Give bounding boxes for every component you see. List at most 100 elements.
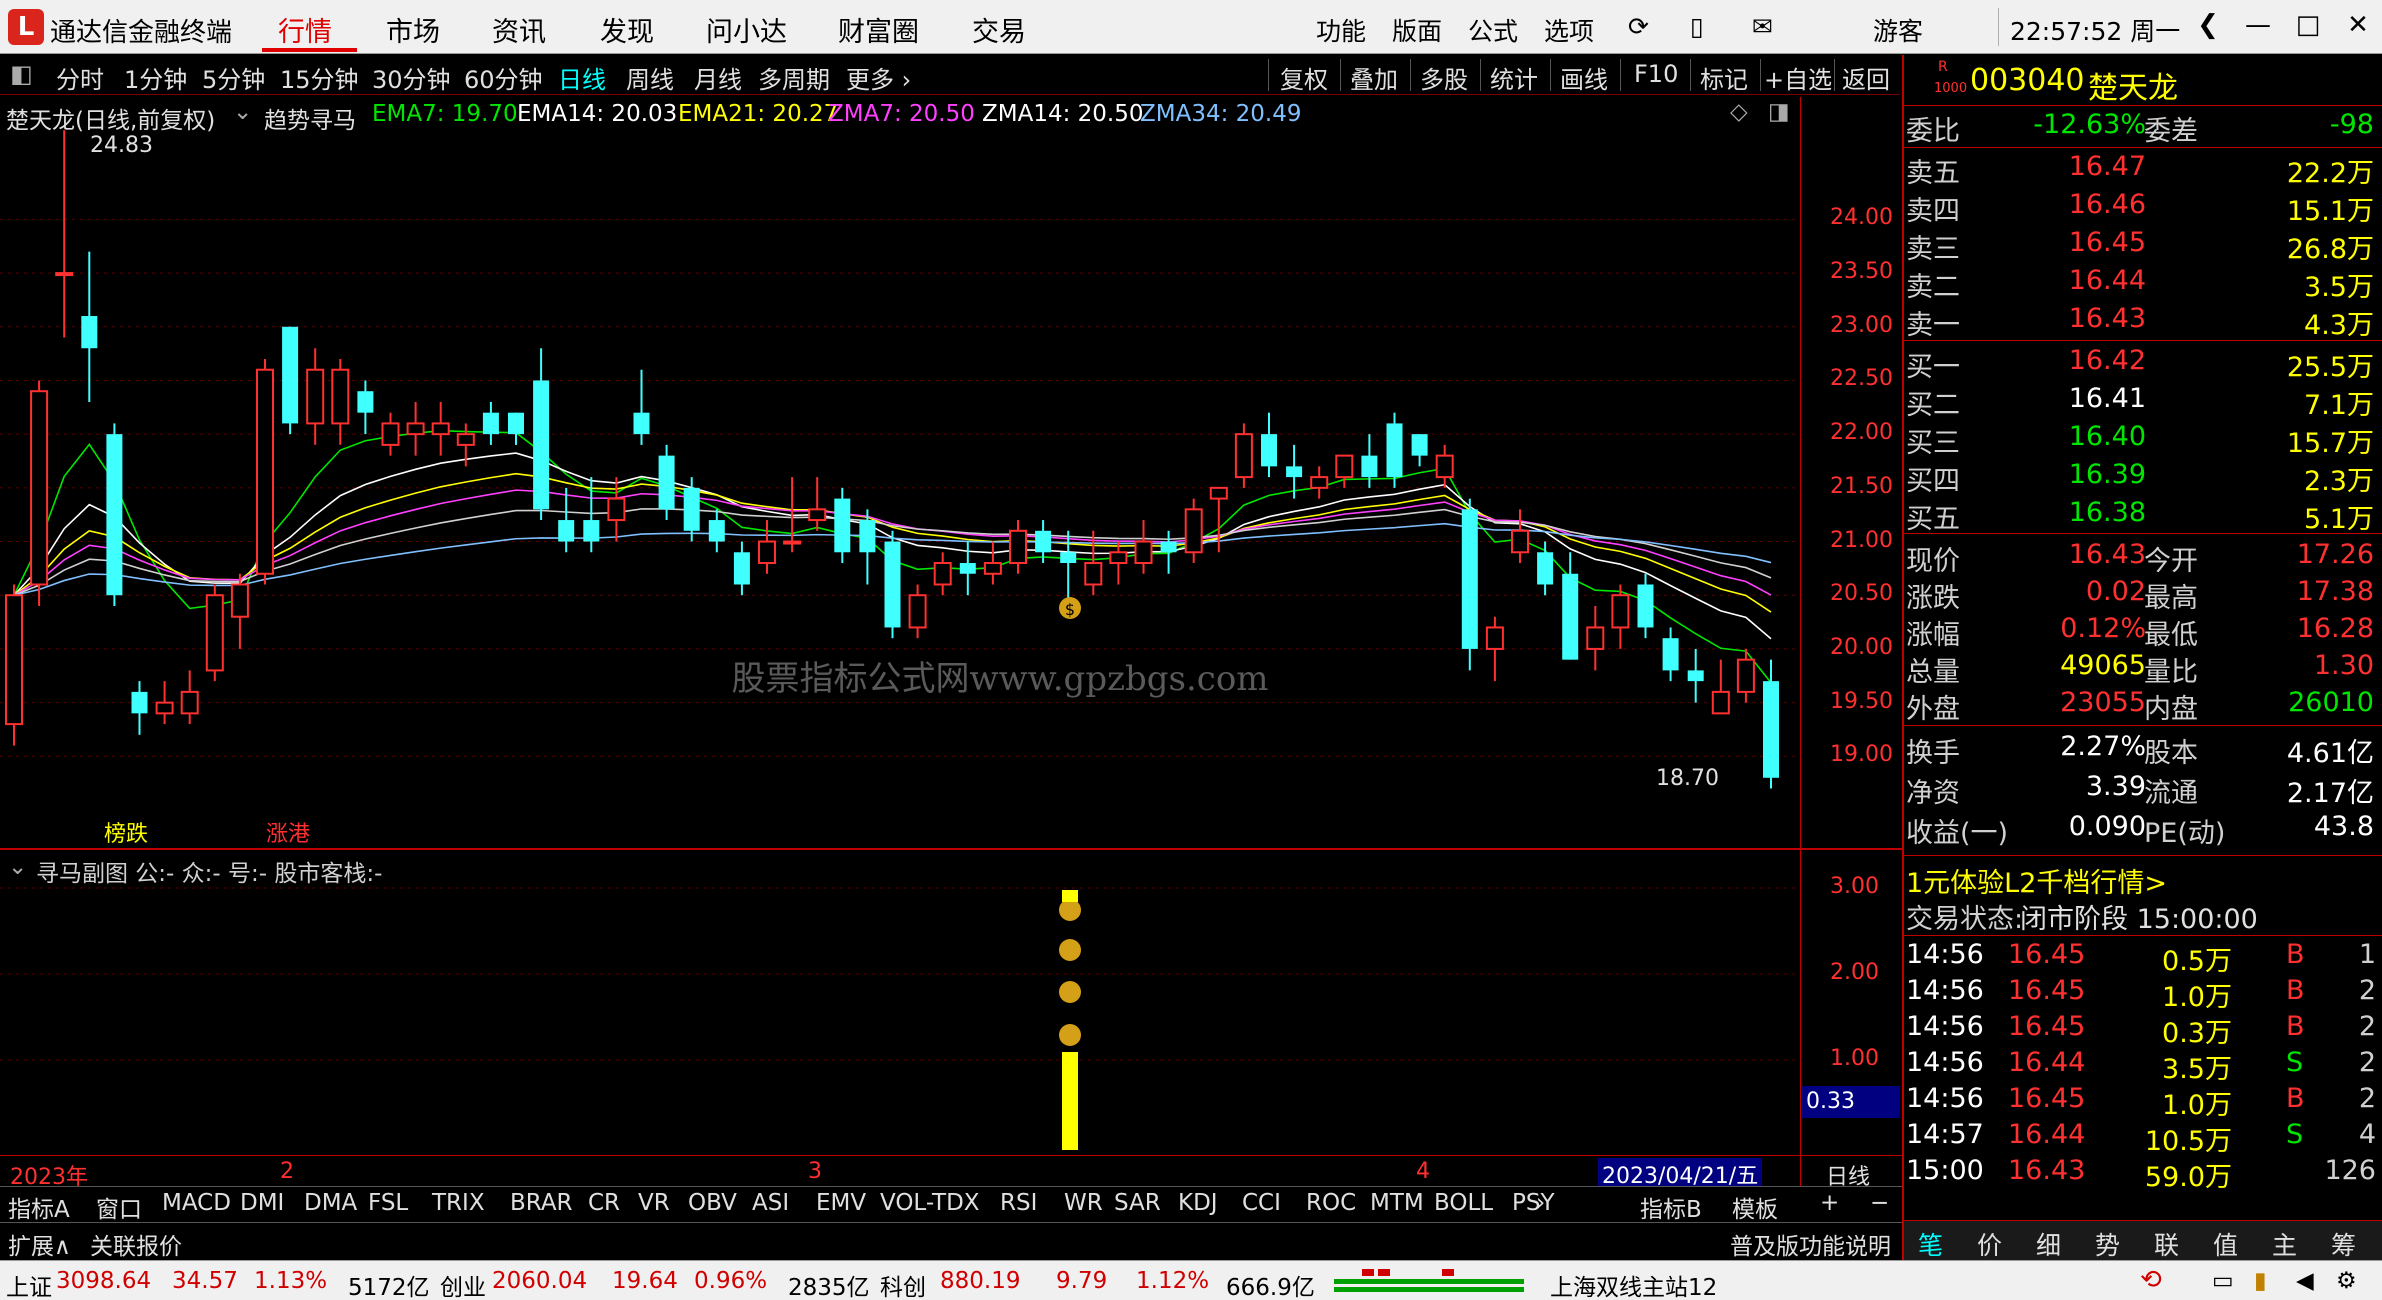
promo-link[interactable]: 1元体验L2千档行情>	[1906, 861, 2167, 900]
stats-button[interactable]: 统计	[1490, 60, 1538, 95]
quote-tab[interactable]: 笔	[1918, 1226, 1943, 1262]
indicator-tab-trix[interactable]: TRIX	[432, 1190, 485, 1216]
indicator-tab-kdj[interactable]: KDJ	[1178, 1190, 1218, 1216]
multi-stock-button[interactable]: 多股	[1420, 60, 1468, 95]
quote-tab[interactable]: 值	[2213, 1226, 2238, 1262]
diamond-icon[interactable]: ◇	[1730, 99, 1748, 125]
expand-button[interactable]: 扩展∧	[8, 1227, 71, 1261]
indicator-tab-psy[interactable]: PSY	[1512, 1190, 1555, 1216]
user-label[interactable]: 游客	[1873, 12, 1923, 48]
nav-news[interactable]: 资讯	[492, 10, 546, 49]
phone-icon[interactable]: ▯	[1690, 12, 1704, 41]
menu-function[interactable]: 功能	[1316, 12, 1366, 48]
promo-row[interactable]: 1元体验L2千档行情>	[1904, 861, 2382, 899]
indicator-tab-vol-tdx[interactable]: VOL-TDX	[880, 1190, 980, 1216]
quote-tab[interactable]: 细	[2036, 1226, 2061, 1262]
add-indicator-icon[interactable]: +	[1820, 1190, 1839, 1216]
period-multi[interactable]: 多周期	[758, 60, 830, 95]
nav-wealth-circle[interactable]: 财富圈	[838, 10, 919, 49]
mark-button[interactable]: 标记	[1700, 60, 1748, 95]
buy-order-row[interactable]: 买三 16.40 15.7万	[1904, 421, 2382, 459]
refresh-arrows-icon[interactable]: ⟲	[2140, 1265, 2162, 1295]
indicator-more-icon[interactable]: ›	[1536, 1190, 1545, 1216]
menu-formula[interactable]: 公式	[1468, 12, 1518, 48]
buy-order-row[interactable]: 买五 16.38 5.1万	[1904, 497, 2382, 535]
indicator-b-tab[interactable]: 指标B	[1640, 1190, 1702, 1224]
chart-divider[interactable]	[0, 848, 1902, 850]
indicator-tab-dma[interactable]: DMA	[304, 1190, 357, 1216]
nav-wenxiaoda[interactable]: 问小达	[706, 10, 787, 49]
f10-button[interactable]: F10	[1634, 60, 1678, 88]
refresh-icon[interactable]: ⟳	[1628, 12, 1649, 41]
period-daily[interactable]: 日线	[558, 60, 606, 95]
buy-order-row[interactable]: 买一 16.42 25.5万	[1904, 345, 2382, 383]
window-icon[interactable]: ◨	[1768, 99, 1790, 125]
period-weekly[interactable]: 周线	[626, 60, 674, 95]
remove-indicator-icon[interactable]: −	[1870, 1190, 1889, 1216]
indicator-tab-asi[interactable]: ASI	[752, 1190, 789, 1216]
indicator-tab-指标a[interactable]: 指标A	[8, 1190, 70, 1224]
add-favorite-button[interactable]: +自选	[1764, 60, 1832, 95]
indicator-tab-sar[interactable]: SAR	[1114, 1190, 1161, 1216]
period-1min[interactable]: 1分钟	[124, 60, 187, 95]
indicator-tab-mtm[interactable]: MTM	[1370, 1190, 1424, 1216]
period-monthly[interactable]: 月线	[694, 60, 742, 95]
sell-order-row[interactable]: 卖四 16.46 15.1万	[1904, 189, 2382, 227]
back-icon[interactable]: ❮	[2190, 10, 2226, 40]
indicator-tab-cci[interactable]: CCI	[1242, 1190, 1281, 1216]
sh-name[interactable]: 上证	[6, 1268, 52, 1300]
indicator-tab-fsl[interactable]: FSL	[368, 1190, 408, 1216]
nav-trade[interactable]: 交易	[972, 10, 1026, 49]
quote-tab[interactable]: 联	[2154, 1226, 2179, 1262]
buy-order-row[interactable]: 买四 16.39 2.3万	[1904, 459, 2382, 497]
period-timeshare[interactable]: 分时	[56, 60, 104, 95]
nav-market[interactable]: 市场	[386, 10, 440, 49]
sub-indicator-chart[interactable]	[0, 880, 1800, 1155]
indicator-dropdown-icon[interactable]: ⌄	[233, 99, 252, 125]
menu-options[interactable]: 选项	[1544, 12, 1594, 48]
indicator-tab-macd[interactable]: MACD	[162, 1190, 231, 1216]
sound-icon[interactable]: ◀	[2296, 1268, 2314, 1294]
fuquan-button[interactable]: 复权	[1280, 60, 1328, 95]
nav-quotes[interactable]: 行情	[278, 10, 332, 49]
quote-tab[interactable]: 价	[1977, 1226, 2002, 1262]
quote-tab[interactable]: 主	[2272, 1226, 2297, 1262]
period-60min[interactable]: 60分钟	[464, 60, 543, 95]
draw-line-button[interactable]: 画线	[1560, 60, 1608, 95]
minimize-icon[interactable]: —	[2240, 10, 2276, 40]
buy-order-row[interactable]: 买二 16.41 7.1万	[1904, 383, 2382, 421]
indicator-tab-brar[interactable]: BRAR	[510, 1190, 573, 1216]
candlestick-chart[interactable]: 股票指标公式网www.gpzbgs.com 24.83 18.70 榜跌 涨港 …	[0, 130, 1800, 848]
close-icon[interactable]: ✕	[2340, 10, 2376, 40]
sell-order-row[interactable]: 卖五 16.47 22.2万	[1904, 151, 2382, 189]
window-small-icon[interactable]: ▭	[2212, 1268, 2234, 1294]
template-tab[interactable]: 模板	[1732, 1190, 1778, 1224]
indicator-tab-emv[interactable]: EMV	[816, 1190, 866, 1216]
settings-icon[interactable]: ⚙	[2336, 1268, 2357, 1294]
sell-order-row[interactable]: 卖二 16.44 3.5万	[1904, 265, 2382, 303]
indicator-tab-dmi[interactable]: DMI	[240, 1190, 284, 1216]
period-5min[interactable]: 5分钟	[202, 60, 265, 95]
period-more[interactable]: 更多 ›	[846, 60, 911, 95]
mail-icon[interactable]: ✉	[1752, 12, 1773, 41]
sell-order-row[interactable]: 卖一 16.43 4.3万	[1904, 303, 2382, 341]
overlay-button[interactable]: 叠加	[1350, 60, 1398, 95]
indicator-tab-vr[interactable]: VR	[638, 1190, 670, 1216]
return-button[interactable]: 返回	[1842, 60, 1890, 95]
indicator-tab-rsi[interactable]: RSI	[1000, 1190, 1037, 1216]
subchart-dropdown-icon[interactable]: ⌄	[8, 854, 27, 880]
indicator-tab-wr[interactable]: WR	[1064, 1190, 1103, 1216]
indicator-tab-boll[interactable]: BOLL	[1434, 1190, 1493, 1216]
quote-tab[interactable]: 势	[2095, 1226, 2120, 1262]
indicator-tab-cr[interactable]: CR	[588, 1190, 620, 1216]
nav-discover[interactable]: 发现	[600, 10, 654, 49]
menu-layout[interactable]: 版面	[1392, 12, 1442, 48]
server-name[interactable]: 上海双线主站12	[1550, 1268, 1717, 1300]
related-quote-button[interactable]: 关联报价	[90, 1227, 182, 1261]
quote-tab[interactable]: 筹	[2331, 1226, 2356, 1262]
edition-help-link[interactable]: 普及版功能说明	[1730, 1227, 1891, 1261]
maximize-icon[interactable]: □	[2290, 10, 2326, 40]
period-30min[interactable]: 30分钟	[372, 60, 451, 95]
sell-order-row[interactable]: 卖三 16.45 26.8万	[1904, 227, 2382, 265]
cy-name[interactable]: 创业	[440, 1268, 486, 1300]
